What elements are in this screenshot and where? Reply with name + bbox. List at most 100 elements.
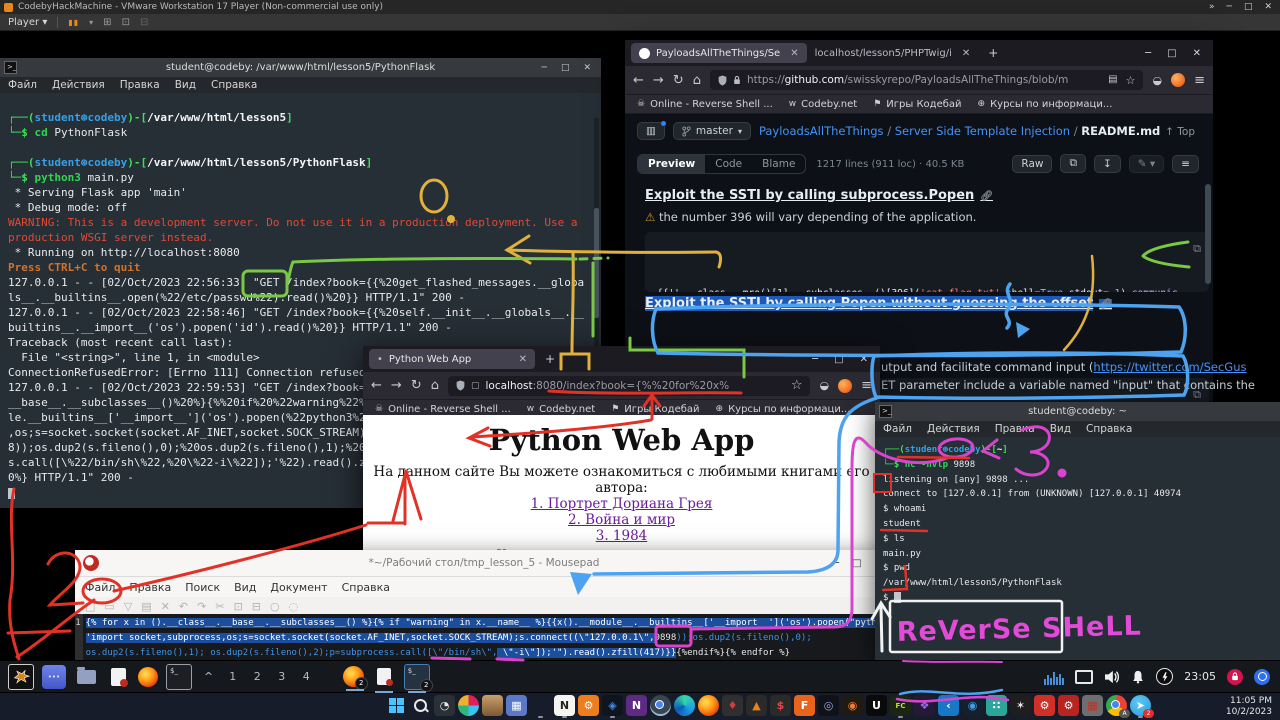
url-bar[interactable]: ▢ localhost:8080/index?book={%%20for%20x… [448, 376, 811, 396]
search-icon[interactable] [410, 695, 431, 716]
devtoys-icon[interactable]: ∷ [986, 695, 1007, 716]
tab-close-icon[interactable]: ✕ [790, 48, 798, 59]
status-circle-icon[interactable] [1254, 669, 1270, 685]
home-icon[interactable]: ⌂ [431, 378, 439, 393]
back-icon[interactable]: ← [633, 73, 644, 88]
terminal-titlebar[interactable]: >_ student@codeby: ~ [875, 402, 1280, 421]
menu-item-правка[interactable]: Правка [120, 79, 160, 91]
maximize-button[interactable]: □ [852, 558, 861, 569]
display-icon[interactable] [1075, 670, 1093, 684]
vmware-player-menu[interactable]: Player ▾ [8, 17, 47, 28]
redo-icon[interactable]: ↷ [197, 600, 206, 613]
minimize-button[interactable]: ─ [812, 354, 818, 365]
pocket-icon[interactable]: ◒ [1152, 74, 1162, 87]
workspace-switcher[interactable]: 1 2 3 4 [229, 670, 316, 683]
vm-suspend-icon[interactable]: ▮▮ [68, 18, 79, 27]
minimize-button[interactable]: ─ [542, 63, 547, 73]
bookmark-item[interactable]: ⊕Курсы по информаци... [978, 99, 1113, 110]
github-scrollbar[interactable] [1205, 174, 1211, 374]
toolbox-icon[interactable]: ▦ [1082, 695, 1103, 716]
edit-pencil-icon[interactable]: ✎ ▾ [1129, 155, 1164, 173]
close-button[interactable]: ✕ [1193, 48, 1201, 59]
notion-icon[interactable]: N [554, 695, 575, 716]
notifications-bell-icon[interactable] [1131, 670, 1145, 684]
bookmark-item[interactable]: ☠Online - Reverse Shell ... [375, 404, 511, 415]
tab-localhost-phptwig[interactable]: localhost/lesson5/PHPTwig/i✕ [807, 43, 979, 63]
book-link[interactable]: 3. 1984 [596, 528, 648, 544]
file-manager-icon[interactable]: ••• [42, 665, 66, 689]
start-icon[interactable] [386, 695, 407, 716]
task-firefox[interactable]: 2 [343, 666, 364, 687]
paste-icon[interactable]: ⊟ [252, 600, 261, 613]
view-tab-code[interactable]: Code [705, 155, 752, 173]
back-icon[interactable]: ← [371, 378, 382, 393]
leaf-icon[interactable]: ▲ [746, 695, 767, 716]
maximize-button[interactable]: □ [561, 63, 570, 73]
menu-item-правка[interactable]: Правка [129, 581, 171, 594]
mousepad-titlebar[interactable]: *~/Рабочий стол/tmp_lesson_5 - Mousepad … [75, 550, 893, 577]
figma-icon[interactable]: F [794, 695, 815, 716]
unreal-icon[interactable]: U [866, 695, 887, 716]
firefox-launcher-icon[interactable] [138, 667, 158, 687]
breadcrumb-repo[interactable]: PayloadsAllTheThings [759, 124, 884, 138]
reload-icon[interactable]: ↻ [673, 73, 684, 88]
tab-python-web-app[interactable]: • Python Web App ✕ [369, 349, 535, 369]
tab-close-icon[interactable]: ✕ [519, 354, 527, 365]
visual-studio-icon[interactable]: ❖ [914, 695, 935, 716]
telegram-icon[interactable]: ➤2 [1130, 695, 1151, 716]
twitter-link[interactable]: https://twitter.com/SecGus [1093, 360, 1246, 374]
vscode-icon[interactable]: ‹ [938, 695, 959, 716]
reader-view-icon[interactable]: ▤ [1108, 74, 1117, 87]
maximize-button[interactable]: □ [834, 354, 843, 365]
menu-item-справка[interactable]: Справка [342, 581, 390, 594]
task-mousepad[interactable] [372, 665, 396, 689]
download-icon[interactable]: ↧ [1094, 155, 1121, 173]
host-clock[interactable]: 11:05 PM 10/2/2023 [1226, 696, 1272, 717]
menu-item-действия[interactable]: Действия [927, 423, 980, 435]
chrome-profile-icon[interactable]: A [1106, 695, 1127, 716]
text-editor-icon[interactable] [106, 665, 130, 689]
raw-button[interactable]: Raw [1012, 155, 1052, 173]
vm-clock[interactable]: 23:05 [1184, 670, 1216, 683]
copy-icon[interactable]: ⊡ [234, 600, 243, 613]
fullscreen-icon[interactable]: ⊡ [122, 17, 130, 28]
forward-icon[interactable]: → [391, 378, 402, 393]
minimize-button[interactable]: ─ [833, 558, 839, 569]
firefox-account-icon[interactable] [1171, 73, 1185, 87]
devices-icon[interactable]: ⊟ [140, 17, 148, 28]
menu-item-файл[interactable]: Файл [8, 79, 37, 91]
anchor-link-icon[interactable]: 🔗︎ [1099, 299, 1112, 310]
bookmark-item[interactable]: ⊕Курсы по информаци... [716, 404, 851, 415]
slack-icon[interactable] [458, 695, 479, 716]
calendar-icon[interactable]: ▦ [506, 695, 527, 716]
panel-chevron-icon[interactable]: ^ [204, 670, 213, 683]
breadcrumb-folder[interactable]: Server Side Template Injection [895, 124, 1070, 138]
edge-icon[interactable] [674, 695, 695, 716]
terminal-launcher-icon[interactable]: $_ [166, 664, 192, 690]
find-icon[interactable]: ○ [270, 600, 280, 613]
bookmark-star-icon[interactable]: ☆ [791, 378, 803, 393]
copy-raw-icon[interactable]: ⧉ [1060, 154, 1086, 173]
firefox-icon[interactable] [698, 695, 719, 716]
menu-item-вид[interactable]: Вид [234, 581, 256, 594]
spark-icon[interactable]: ✶ [1010, 695, 1031, 716]
view-tab-preview[interactable]: Preview [638, 155, 705, 173]
view-tab-blame[interactable]: Blame [752, 155, 805, 173]
bookmark-item[interactable]: wCodeby.net [527, 404, 595, 415]
tab-close-icon[interactable]: ✕ [962, 48, 970, 59]
map-pin-icon[interactable]: ◉ [962, 695, 983, 716]
new-tab-button[interactable]: + [545, 352, 555, 366]
blender-icon[interactable]: ◉ [842, 695, 863, 716]
outline-icon[interactable]: ≡ [1172, 155, 1199, 173]
folder-icon[interactable] [74, 665, 98, 689]
vmware-collapse-icon[interactable]: » [1209, 2, 1215, 12]
explorer-icon[interactable] [530, 695, 551, 716]
menu-item-поиск[interactable]: Поиск [185, 581, 220, 594]
forward-icon[interactable]: → [653, 73, 664, 88]
maximize-button[interactable]: □ [1167, 48, 1176, 59]
lock-screen-icon[interactable] [1227, 669, 1243, 685]
menu-item-файл[interactable]: Файл [883, 423, 912, 435]
gear-red-icon-2[interactable]: ⚙ [1058, 695, 1079, 716]
bookmark-item[interactable]: ☠Online - Reverse Shell ... [637, 99, 773, 110]
anchor-link-icon[interactable]: 🔗︎ [980, 191, 993, 202]
